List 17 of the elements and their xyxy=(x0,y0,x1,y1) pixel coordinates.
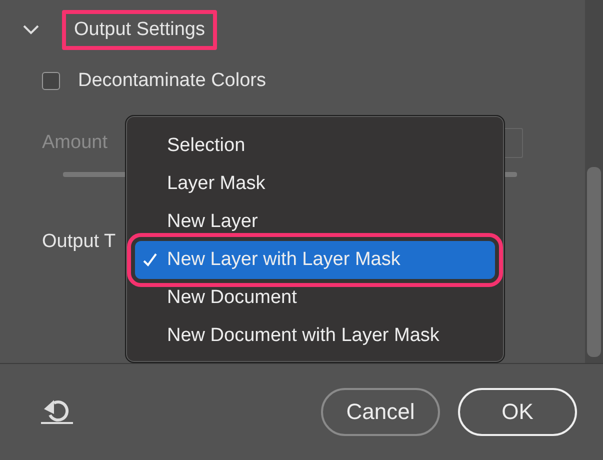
menu-item[interactable]: Layer Mask xyxy=(135,165,495,203)
cancel-button[interactable]: Cancel xyxy=(321,388,440,436)
menu-item[interactable]: Selection xyxy=(135,127,495,165)
section-title: Output Settings xyxy=(62,10,217,50)
output-label: Output T xyxy=(42,231,116,252)
menu-item[interactable]: New Layer xyxy=(135,203,495,241)
ok-button[interactable]: OK xyxy=(458,388,577,436)
checkmark-icon xyxy=(143,253,157,267)
checkbox-label: Decontaminate Colors xyxy=(78,70,266,92)
menu-item[interactable]: New Document xyxy=(135,279,495,317)
checkbox[interactable] xyxy=(42,72,60,90)
amount-label: Amount xyxy=(42,132,108,154)
chevron-icon[interactable] xyxy=(22,24,40,36)
menu-item[interactable]: New Document with Layer Mask xyxy=(135,317,495,355)
reset-icon[interactable] xyxy=(40,399,74,425)
menu-item[interactable]: New Layer with Layer Mask xyxy=(135,241,495,279)
scrollbar[interactable] xyxy=(585,0,603,363)
